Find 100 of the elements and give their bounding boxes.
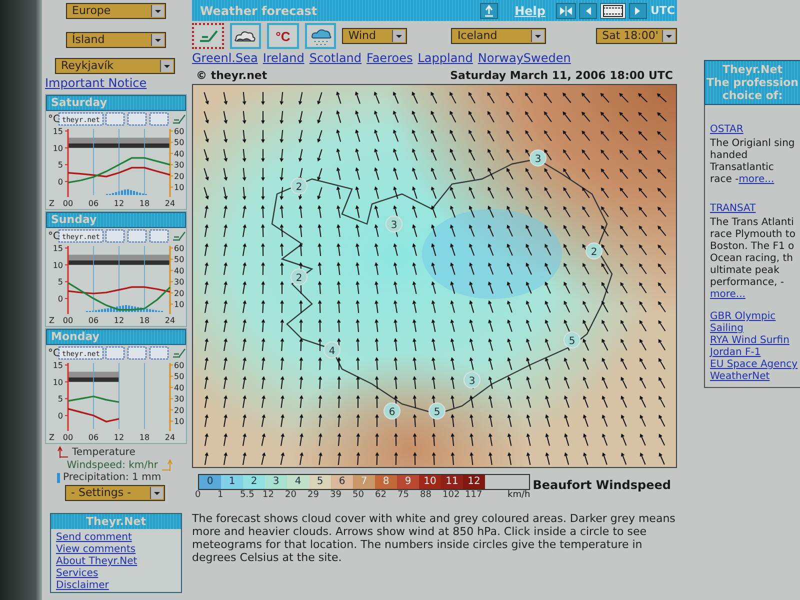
speed-label: 117 — [465, 490, 484, 500]
scale-cell: 10 — [419, 475, 441, 489]
legend-label: Precipitation: 1 mm — [63, 472, 162, 483]
scale-cell: 11 — [441, 475, 463, 489]
speed-label: 12 — [262, 490, 275, 500]
axis-label: 10 — [174, 417, 184, 426]
zone-label: Z — [49, 316, 54, 325]
description-text: The forecast shows cloud cover with white and grey coloured areas. Darker grey means more and heavier clouds. Arrows show wind at 850 hPa. Click inside a circle to see meteograms for that location. The numbers inside circles give the temperature in degrees Celsius at the site. — [192, 512, 676, 564]
axis-label: 60 — [174, 127, 184, 136]
continent-select[interactable]: Europe — [66, 3, 166, 19]
axis-label: 10 — [174, 183, 184, 192]
axis-label: 40 — [174, 383, 184, 392]
axis-label: 40 — [174, 266, 184, 276]
axis-label: 18 — [139, 433, 150, 442]
day-header: Monday — [46, 329, 186, 345]
axis-label: 06 — [88, 433, 99, 442]
axis-label: 06 — [88, 316, 99, 325]
axis-label: 24 — [164, 316, 176, 325]
temperature-layer-button[interactable]: °C — [267, 23, 299, 49]
time-select[interactable]: Sat 18:00' — [596, 28, 677, 44]
menu-link[interactable]: Services — [56, 568, 98, 580]
header-line: The profession — [706, 76, 798, 89]
temperature-marker[interactable]: 5 — [428, 402, 446, 420]
partner-link[interactable]: RYA Wind Surfin — [710, 335, 790, 347]
speed-label: 102 — [442, 490, 461, 500]
temperature-marker[interactable]: 2 — [290, 178, 308, 194]
axis-label: 00 — [62, 316, 74, 325]
region-link[interactable]: Faeroes — [366, 51, 413, 66]
temperature-marker[interactable]: 3 — [386, 216, 402, 232]
partner-link[interactable]: WeatherNet — [710, 371, 770, 383]
city-select[interactable]: Reykjavík — [55, 58, 175, 74]
entry-link[interactable]: TRANSAT — [710, 203, 756, 214]
country-select[interactable]: Ísland — [66, 32, 166, 48]
scale-cell: 1 — [221, 475, 243, 489]
axis-label: 18 — [139, 316, 150, 325]
axis-label: 5 — [58, 278, 63, 287]
temperature-marker[interactable]: 2 — [290, 268, 308, 286]
more-link[interactable]: more... — [738, 174, 774, 185]
temperature-marker[interactable]: 3 — [530, 150, 546, 166]
scale-cell: 2 — [243, 475, 265, 489]
scale-cell: 7 — [353, 475, 375, 489]
speed-label: 50 — [352, 490, 365, 500]
axis-label: 30 — [174, 394, 184, 404]
scale-cell: 6 — [331, 475, 353, 489]
more-link[interactable]: more... — [710, 289, 746, 300]
zone-label: Z — [49, 433, 54, 442]
scale-cell: 5 — [309, 475, 331, 489]
region-link[interactable]: Lappland — [418, 51, 473, 66]
axis-label: 50 — [174, 255, 184, 264]
axis-label: 15 — [52, 361, 63, 370]
axis-label: 18 — [139, 199, 150, 208]
axis-label: 24 — [164, 433, 176, 442]
scale-cell: 3 — [265, 475, 287, 489]
speed-label: 20 — [285, 490, 298, 500]
unit-label: km/h — [508, 490, 530, 500]
region-link[interactable]: Scotland — [309, 51, 362, 66]
entry-text: The Origianl sing handed Transatlantic race -more... — [710, 138, 796, 186]
temperature-marker[interactable]: 2 — [586, 242, 602, 260]
scale-cell: 4 — [287, 475, 309, 489]
scale-cell: 8 — [375, 475, 397, 489]
region-select[interactable]: Iceland — [451, 28, 546, 44]
temperature-marker[interactable]: 5 — [564, 332, 580, 348]
axis-label: 5 — [58, 394, 63, 404]
temperature-marker[interactable]: 6 — [384, 402, 400, 420]
scale-cell: 9 — [397, 475, 419, 489]
temperature-marker[interactable]: 4 — [324, 342, 340, 358]
speed-label: 62 — [375, 490, 388, 500]
axis-label: 00 — [62, 199, 74, 208]
speed-label: 75 — [398, 490, 410, 500]
legend-label: Windspeed: km/hr — [66, 460, 158, 470]
axis-label: 60 — [174, 361, 184, 370]
speed-label: 0 — [195, 490, 202, 500]
region-link[interactable]: Greenl.Sea — [192, 51, 258, 66]
menu-link[interactable]: Disclaimer — [56, 580, 109, 592]
scale-title: Beaufort Windspeed — [532, 478, 671, 492]
settings-select[interactable]: - Settings - — [65, 485, 165, 501]
axis-label: 20 — [174, 406, 184, 415]
notice-link[interactable]: Important Notice — [45, 76, 147, 90]
parameter-select[interactable]: Wind — [342, 28, 408, 44]
menu-link[interactable]: Send comment — [56, 532, 132, 544]
entry-text: The Trans Atlanti race Plymouth to Boston. The F1 o Ocean racing, th ultimate peak performance, - more... — [710, 217, 796, 301]
axis-label: 0 — [58, 178, 63, 187]
partner-link[interactable]: GBR Olympic Sailing — [710, 311, 798, 335]
region-link[interactable]: Ireland — [262, 51, 304, 66]
forecast-timestamp: Saturday March 11, 2006 18:00 UTC — [450, 68, 673, 82]
header-line: choice of: — [722, 89, 783, 102]
menu-link[interactable]: About Theyr.Net — [56, 556, 138, 568]
partner-link[interactable]: EU Space Agency — [710, 359, 798, 371]
entry-link[interactable]: OSTAR — [710, 124, 744, 135]
axis-label: 0 — [58, 412, 63, 421]
axis-label: 06 — [88, 199, 99, 208]
day-header: Saturday — [46, 95, 186, 111]
temperature-marker[interactable]: 3 — [464, 372, 480, 388]
scale-cell: 12 — [463, 475, 485, 489]
page-title: Weather forecast — [200, 4, 318, 18]
legend-label: Temperature — [72, 446, 136, 458]
axis-label: 30 — [174, 160, 184, 170]
partner-link[interactable]: Jordan F-1 — [710, 347, 761, 359]
region-link[interactable]: NorwaySweden — [478, 51, 571, 66]
menu-link[interactable]: View comments — [56, 544, 136, 556]
